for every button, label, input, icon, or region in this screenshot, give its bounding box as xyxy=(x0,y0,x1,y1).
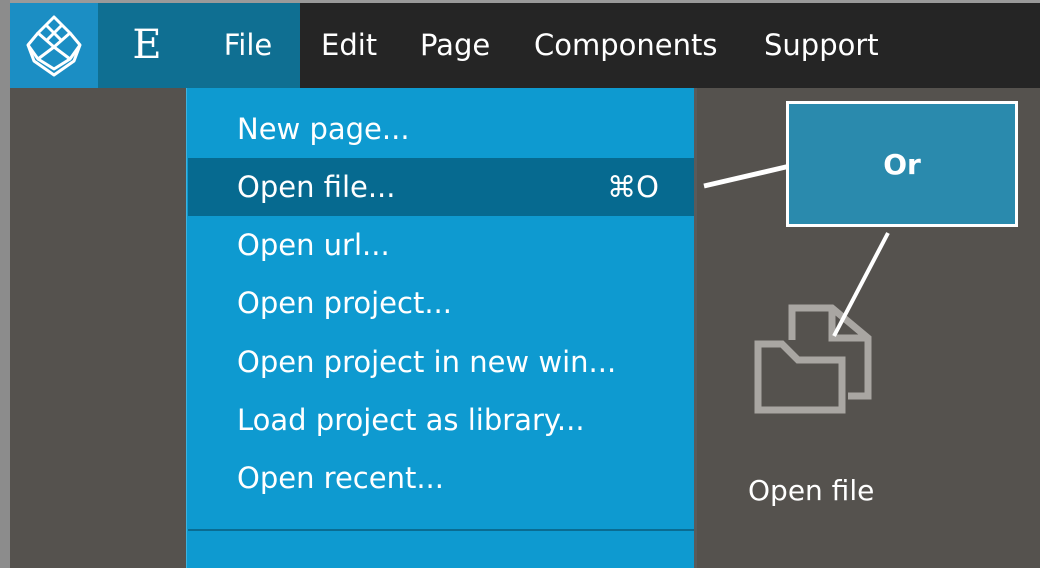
callout-box: Or xyxy=(786,101,1018,227)
app-window: E File Edit Page Components Support New … xyxy=(0,0,1040,568)
callout-connector-icon xyxy=(832,232,890,337)
callout-text: Or xyxy=(883,148,921,181)
callout-connector-menu xyxy=(703,163,791,189)
callout-connectors xyxy=(703,163,890,337)
